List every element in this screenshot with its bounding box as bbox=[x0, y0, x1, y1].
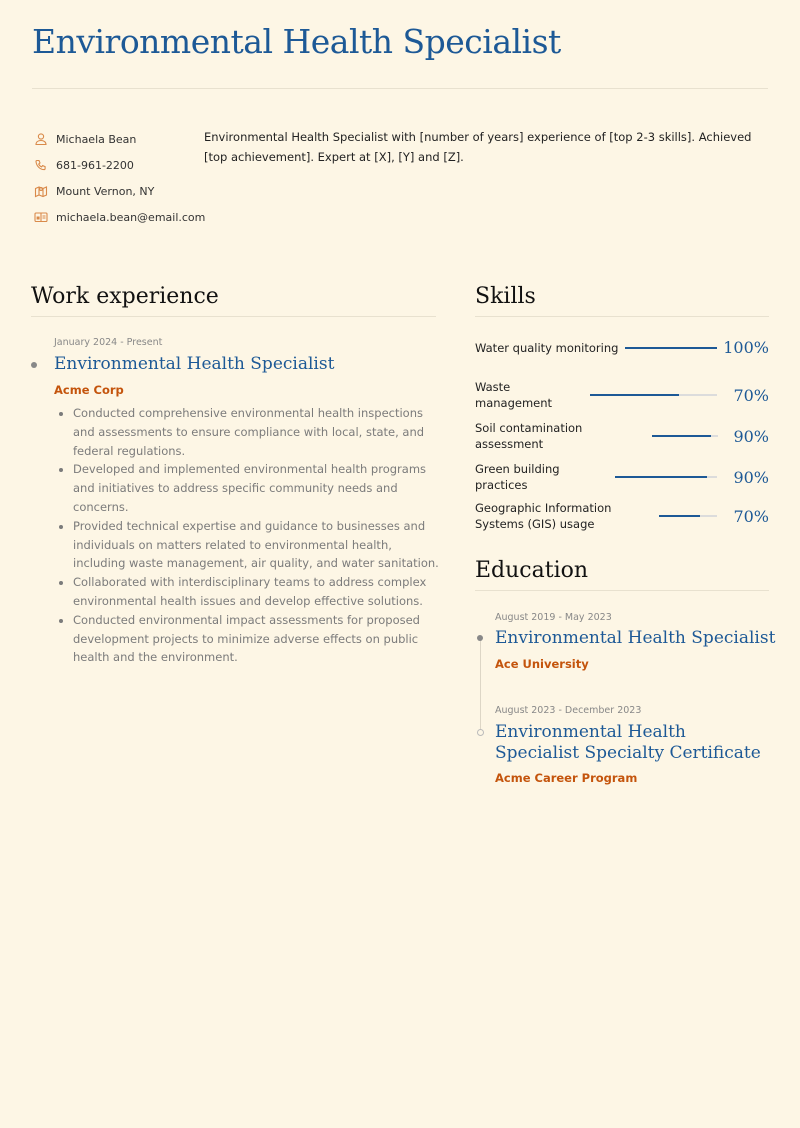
skill-bar bbox=[590, 394, 718, 396]
job-company: Acme Corp bbox=[54, 383, 124, 397]
education-heading: Education bbox=[475, 558, 589, 583]
skill-name: Geographic Information Systems (GIS) usa… bbox=[475, 501, 612, 531]
education-school: Acme Career Program bbox=[495, 771, 638, 785]
skills-heading: Skills bbox=[475, 284, 536, 309]
skill-row: Green building practices 90% bbox=[475, 461, 769, 493]
contact-location-text: Mount Vernon, NY bbox=[56, 184, 155, 198]
work-experience-heading: Work experience bbox=[31, 284, 219, 309]
skill-row: Water quality monitoring 100% bbox=[475, 338, 769, 357]
contact-name-text: Michaela Bean bbox=[56, 132, 137, 146]
contact-list: Michaela Bean 681-961-2200 Mount Vernon,… bbox=[34, 126, 205, 230]
skill-row: Geographic Information Systems (GIS) usa… bbox=[475, 500, 769, 532]
education-dates: August 2023 - December 2023 bbox=[495, 705, 642, 716]
job-bullet: Provided technical expertise and guidanc… bbox=[73, 517, 443, 573]
education-title: Environmental Health Specialist Specialt… bbox=[495, 722, 761, 763]
skill-name: Soil contamination assessment bbox=[475, 421, 583, 451]
contact-location: Mount Vernon, NY bbox=[34, 178, 205, 204]
job-bullets: Conducted comprehensive environmental he… bbox=[55, 404, 443, 667]
header-divider bbox=[32, 88, 768, 89]
education-dates: August 2019 - May 2023 bbox=[495, 612, 612, 623]
skill-bar bbox=[651, 435, 718, 437]
timeline-dot bbox=[31, 362, 37, 368]
id-card-icon bbox=[34, 210, 48, 224]
resume-title: Environmental Health Specialist bbox=[32, 22, 561, 61]
skill-bar-fill bbox=[590, 394, 680, 396]
skill-percent: 70% bbox=[733, 506, 769, 526]
contact-phone-text: 681-961-2200 bbox=[56, 158, 134, 172]
skill-bar bbox=[659, 515, 718, 517]
job-dates: January 2024 - Present bbox=[54, 337, 163, 348]
timeline-dot-hollow bbox=[477, 729, 484, 736]
professional-summary: Environmental Health Specialist with [nu… bbox=[204, 130, 752, 164]
work-divider bbox=[31, 316, 436, 317]
contact-name: Michaela Bean bbox=[34, 126, 205, 152]
skill-bar-fill bbox=[625, 346, 717, 349]
person-icon bbox=[34, 132, 48, 146]
job-bullet: Conducted environmental impact assessmen… bbox=[73, 611, 443, 667]
skills-divider bbox=[475, 316, 769, 317]
education-divider bbox=[475, 590, 769, 591]
phone-icon bbox=[34, 158, 48, 172]
skill-name: Green building practices bbox=[475, 462, 560, 492]
job-title: Environmental Health Specialist bbox=[54, 354, 335, 374]
skill-bar bbox=[614, 476, 718, 478]
skill-bar-fill bbox=[651, 435, 712, 437]
skill-bar bbox=[625, 346, 717, 349]
timeline-dot bbox=[477, 635, 483, 641]
education-school: Ace University bbox=[495, 657, 589, 671]
education-timeline-line bbox=[480, 640, 481, 732]
skill-bar-fill bbox=[614, 476, 708, 478]
skill-percent: 70% bbox=[733, 385, 769, 405]
skill-name: Water quality monitoring bbox=[475, 340, 619, 355]
skill-row: Soil contamination assessment 90% bbox=[475, 420, 769, 452]
map-icon bbox=[34, 184, 48, 198]
job-bullet: Conducted comprehensive environmental he… bbox=[73, 404, 443, 460]
skill-name: Waste management bbox=[475, 380, 553, 410]
skill-percent: 90% bbox=[733, 426, 769, 446]
skill-row: Waste management 70% bbox=[475, 379, 769, 411]
job-bullet: Developed and implemented environmental … bbox=[73, 460, 443, 516]
skill-percent: 100% bbox=[723, 338, 769, 357]
contact-email[interactable]: michaela.bean@email.com bbox=[34, 204, 205, 230]
job-bullet: Collaborated with interdisciplinary team… bbox=[73, 573, 443, 611]
skill-percent: 90% bbox=[733, 467, 769, 487]
education-title: Environmental Health Specialist bbox=[495, 628, 776, 648]
skill-bar-fill bbox=[659, 515, 700, 517]
contact-email-text[interactable]: michaela.bean@email.com bbox=[56, 211, 205, 224]
contact-phone: 681-961-2200 bbox=[34, 152, 205, 178]
